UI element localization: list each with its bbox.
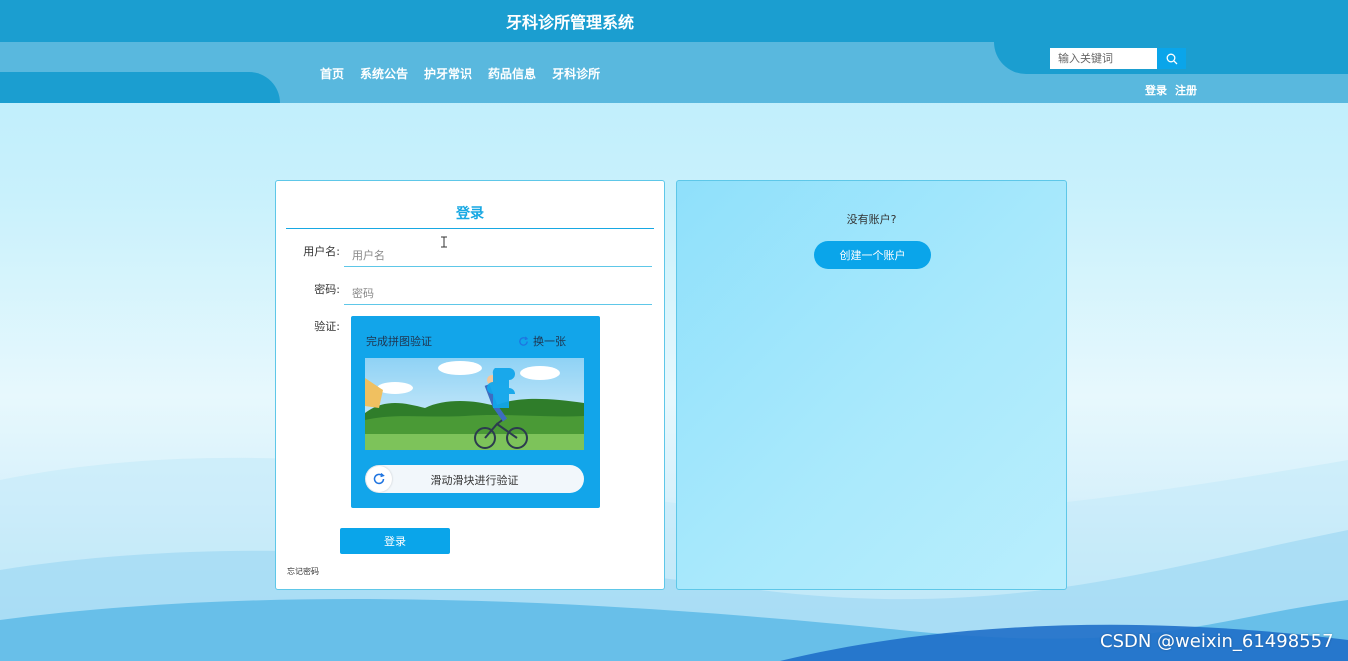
background-waves — [0, 457, 1348, 661]
login-card: 登录 用户名: 密码: 验证: 完成拼图验证 换一张 — [275, 180, 665, 590]
watermark: CSDN @weixin_61498557 — [1100, 631, 1334, 652]
site-title: 牙科诊所管理系统 — [505, 13, 634, 32]
search-input[interactable] — [1050, 48, 1157, 69]
text-cursor-icon — [441, 236, 447, 248]
password-input[interactable] — [344, 279, 652, 305]
register-card: 没有账户? 创建一个账户 — [676, 180, 1067, 590]
captcha-title: 完成拼图验证 — [366, 335, 432, 348]
login-title: 登录 — [456, 206, 484, 222]
title-divider — [286, 228, 654, 229]
register-link[interactable]: 注册 — [1175, 82, 1197, 98]
auth-links: 登录 注册 — [1145, 82, 1197, 98]
username-label: 用户名: — [303, 245, 340, 258]
refresh-icon — [519, 336, 529, 346]
search-button[interactable] — [1157, 48, 1186, 69]
no-account-text: 没有账户? — [846, 213, 897, 226]
header-bar: 牙科诊所管理系统 — [0, 0, 1348, 42]
captcha-refresh-label: 换一张 — [533, 335, 566, 348]
captcha-panel: 完成拼图验证 换一张 滑动滑块进行验证 — [351, 316, 600, 508]
nav-left-tab — [0, 72, 280, 103]
forgot-password-link[interactable]: 忘记密码 — [287, 566, 319, 577]
main-nav: 首页 系统公告 护牙常识 药品信息 牙科诊所 — [312, 66, 608, 82]
slider-hint: 滑动滑块进行验证 — [430, 474, 519, 487]
nav-item-home[interactable]: 首页 — [312, 66, 352, 82]
nav-item-announcements[interactable]: 系统公告 — [352, 66, 416, 82]
password-label: 密码: — [314, 283, 340, 296]
search-icon — [1166, 53, 1177, 64]
verify-label: 验证: — [314, 320, 340, 333]
nav-item-dental-care[interactable]: 护牙常识 — [416, 66, 480, 82]
login-link[interactable]: 登录 — [1145, 82, 1167, 98]
nav-item-medicine-info[interactable]: 药品信息 — [480, 66, 544, 82]
create-account-button[interactable]: 创建一个账户 — [814, 241, 931, 269]
username-input[interactable] — [344, 241, 652, 267]
nav-item-clinic[interactable]: 牙科诊所 — [544, 66, 608, 82]
captcha-slider-track: 滑动滑块进行验证 — [365, 465, 584, 493]
captcha-image — [365, 358, 584, 450]
captcha-refresh-button[interactable]: 换一张 — [518, 333, 566, 349]
login-submit-button[interactable]: 登录 — [340, 528, 450, 554]
